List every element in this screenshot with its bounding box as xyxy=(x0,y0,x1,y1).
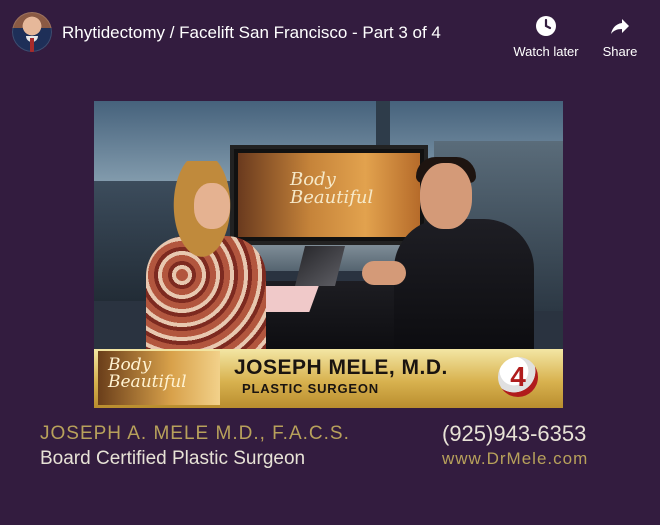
video-title[interactable]: Rhytidectomy / Facelift San Francisco - … xyxy=(62,23,441,43)
show-logo: Body Beautiful xyxy=(98,351,220,405)
show-logo-text: Body Beautiful xyxy=(108,355,187,392)
doctor-name: JOSEPH A. MELE M.D., F.A.C.S. xyxy=(40,423,350,444)
video-header: Rhytidectomy / Facelift San Francisco - … xyxy=(0,0,660,72)
share-button[interactable]: Share xyxy=(596,14,644,59)
channel-avatar[interactable] xyxy=(12,12,52,52)
monitor-screen: Body Beautiful xyxy=(238,153,420,237)
video-player[interactable]: Body Beautiful Body Beautiful JOSEPH MEL… xyxy=(94,101,563,408)
guest-name: JOSEPH MELE, M.D. xyxy=(234,356,448,379)
guest-body xyxy=(394,219,534,369)
lower-third-banner: Body Beautiful JOSEPH MELE, M.D. PLASTIC… xyxy=(94,349,563,408)
clock-icon xyxy=(536,16,556,36)
guest-hands xyxy=(362,261,406,285)
share-arrow-icon xyxy=(611,19,629,34)
laptop xyxy=(295,246,345,286)
website-url: www.DrMele.com xyxy=(442,449,589,468)
share-label: Share xyxy=(602,44,638,59)
channel-4-logo: 4 xyxy=(498,357,538,397)
host-face xyxy=(194,183,230,229)
guest-head xyxy=(420,163,472,229)
phone-number: (925)943-6353 xyxy=(442,421,587,446)
guest-role: PLASTIC SURGEON xyxy=(242,381,379,396)
watch-later-label: Watch later xyxy=(513,44,579,59)
studio-monitor: Body Beautiful xyxy=(230,145,428,245)
monitor-logo: Body Beautiful xyxy=(290,169,374,208)
avatar-tie xyxy=(30,38,34,52)
watch-later-button[interactable]: Watch later xyxy=(506,14,586,59)
certification-text: Board Certified Plastic Surgeon xyxy=(40,448,306,469)
